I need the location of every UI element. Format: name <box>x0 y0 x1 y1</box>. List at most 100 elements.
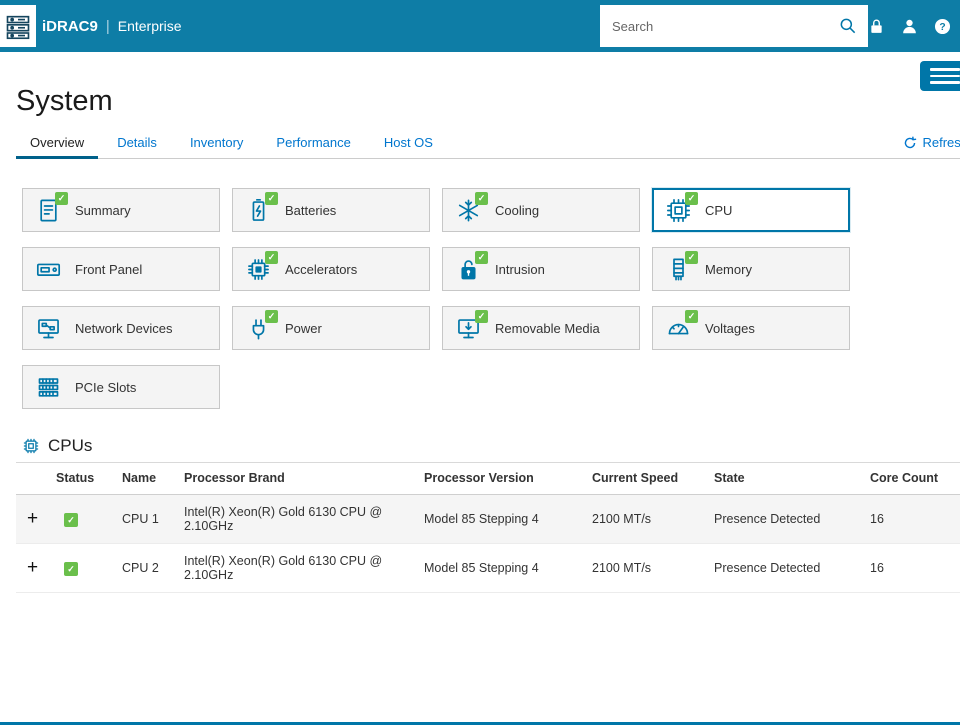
cpu-version: Model 85 Stepping 4 <box>424 495 592 544</box>
tab-inventory[interactable]: Inventory <box>176 132 257 159</box>
cpus-section-title: CPUs <box>48 436 92 456</box>
cpu-icon: ✓ <box>665 197 692 224</box>
cpu-speed: 2100 MT/s <box>592 495 714 544</box>
tile-intrusion[interactable]: ✓ Intrusion <box>442 247 640 291</box>
status-ok-icon: ✓ <box>265 192 278 205</box>
cpu-speed: 2100 MT/s <box>592 544 714 593</box>
tile-pcie-slots[interactable]: PCIe Slots <box>22 365 220 409</box>
tile-label: Network Devices <box>75 321 173 336</box>
tile-removable-media[interactable]: ✓ Removable Media <box>442 306 640 350</box>
tile-label: Removable Media <box>495 321 600 336</box>
cpu-icon <box>22 437 40 455</box>
column-header-status: Status <box>56 463 122 495</box>
column-header-processor-brand: Processor Brand <box>184 463 424 495</box>
tab-bar: OverviewDetailsInventoryPerformanceHost … <box>16 132 960 159</box>
brand-edition: Enterprise <box>118 18 182 34</box>
removable-media-icon: ✓ <box>455 315 482 342</box>
tile-batteries[interactable]: ✓ Batteries <box>232 188 430 232</box>
cpu-table: StatusNameProcessor BrandProcessor Versi… <box>16 462 960 593</box>
summary-icon: ✓ <box>35 197 62 224</box>
tile-label: Power <box>285 321 322 336</box>
accelerators-icon: ✓ <box>245 256 272 283</box>
tile-label: PCIe Slots <box>75 380 136 395</box>
brand-name: iDRAC9 <box>42 18 98 35</box>
search-icon[interactable] <box>838 16 858 36</box>
menu-button[interactable] <box>920 61 960 91</box>
svg-text:?: ? <box>939 22 945 33</box>
power-icon: ✓ <box>245 315 272 342</box>
column-header-state: State <box>714 463 870 495</box>
network-devices-icon <box>35 315 62 342</box>
expand-row-button[interactable]: + <box>16 557 38 579</box>
status-ok-icon: ✓ <box>55 192 68 205</box>
column-header-current-speed: Current Speed <box>592 463 714 495</box>
tile-accelerators[interactable]: ✓ Accelerators <box>232 247 430 291</box>
cpus-section-header: CPUs <box>22 436 92 456</box>
cpu-cores: 16 <box>870 495 960 544</box>
tile-label: Batteries <box>285 203 336 218</box>
column-header-expand <box>16 463 56 495</box>
cpu-name: CPU 1 <box>122 495 184 544</box>
tab-overview[interactable]: Overview <box>16 132 98 159</box>
table-header-row: StatusNameProcessor BrandProcessor Versi… <box>16 463 960 495</box>
tile-front-panel[interactable]: Front Panel <box>22 247 220 291</box>
table-row: + ✓ CPU 1Intel(R) Xeon(R) Gold 6130 CPU @ … <box>16 495 960 544</box>
refresh-label: Refresh <box>922 135 960 150</box>
tile-label: Accelerators <box>285 262 357 277</box>
column-header-processor-version: Processor Version <box>424 463 592 495</box>
cpu-state: Presence Detected <box>714 495 870 544</box>
tab-host-os[interactable]: Host OS <box>370 132 447 159</box>
status-ok-icon: ✓ <box>685 310 698 323</box>
tile-cooling[interactable]: ✓Cooling <box>442 188 640 232</box>
cpu-brand: Intel(R) Xeon(R) Gold 6130 CPU @ 2.10GHz <box>184 544 424 593</box>
tile-voltages[interactable]: ✓ Voltages <box>652 306 850 350</box>
status-ok-icon: ✓ <box>475 310 488 323</box>
search-box <box>600 5 868 47</box>
status-ok-icon: ✓ <box>685 192 698 205</box>
cpu-version: Model 85 Stepping 4 <box>424 544 592 593</box>
expand-row-button[interactable]: + <box>16 508 38 530</box>
tile-label: Memory <box>705 262 752 277</box>
intrusion-icon: ✓ <box>455 256 482 283</box>
tab-performance[interactable]: Performance <box>262 132 364 159</box>
tile-power[interactable]: ✓ Power <box>232 306 430 350</box>
tile-memory[interactable]: ✓ Memory <box>652 247 850 291</box>
status-ok-icon: ✓ <box>685 251 698 264</box>
search-input[interactable] <box>600 19 838 34</box>
cpu-cores: 16 <box>870 544 960 593</box>
status-ok-icon: ✓ <box>265 310 278 323</box>
tile-label: Voltages <box>705 321 755 336</box>
tile-label: Intrusion <box>495 262 545 277</box>
status-ok-icon: ✓ <box>64 562 78 576</box>
idrac-logo <box>0 5 36 47</box>
help-icon[interactable]: ? <box>933 17 952 36</box>
lock-icon[interactable] <box>867 17 886 36</box>
system-tiles-grid: ✓Summary✓Batteries✓Cooling✓CPUFront Pane… <box>22 188 850 409</box>
refresh-button[interactable]: Refresh <box>903 135 960 150</box>
top-bar-icons: ? <box>867 0 952 52</box>
brand: iDRAC9 | Enterprise <box>42 0 182 52</box>
tile-label: Front Panel <box>75 262 142 277</box>
tab-details[interactable]: Details <box>103 132 171 159</box>
cooling-icon: ✓ <box>455 197 482 224</box>
status-ok-icon: ✓ <box>475 251 488 264</box>
column-header-core-count: Core Count <box>870 463 960 495</box>
table-row: + ✓ CPU 2Intel(R) Xeon(R) Gold 6130 CPU @ … <box>16 544 960 593</box>
tile-network-devices[interactable]: Network Devices <box>22 306 220 350</box>
voltages-icon: ✓ <box>665 315 692 342</box>
memory-icon: ✓ <box>665 256 692 283</box>
cpu-name: CPU 2 <box>122 544 184 593</box>
page-title: System <box>16 85 113 118</box>
user-icon[interactable] <box>900 17 919 36</box>
tile-cpu[interactable]: ✓ CPU <box>652 188 850 232</box>
battery-icon: ✓ <box>245 197 272 224</box>
tile-summary[interactable]: ✓Summary <box>22 188 220 232</box>
column-header-name: Name <box>122 463 184 495</box>
status-ok-icon: ✓ <box>475 192 488 205</box>
brand-separator: | <box>106 18 110 35</box>
tile-label: CPU <box>705 203 732 218</box>
cpu-state: Presence Detected <box>714 544 870 593</box>
cpu-brand: Intel(R) Xeon(R) Gold 6130 CPU @ 2.10GHz <box>184 495 424 544</box>
pcie-slots-icon <box>35 374 62 401</box>
status-ok-icon: ✓ <box>64 513 78 527</box>
